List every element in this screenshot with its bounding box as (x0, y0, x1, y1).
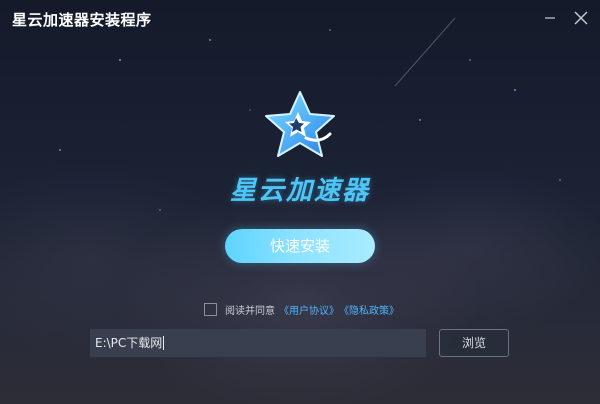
agreement-row: 阅读并同意 《用户协议》 《隐私政策》 (204, 301, 399, 317)
agreement-text: 阅读并同意 (225, 305, 275, 317)
window-title: 星云加速器安装程序 (12, 11, 152, 29)
install-path-text: E:\PC下载网 (95, 336, 163, 350)
minimize-button[interactable] (540, 8, 560, 28)
logo (260, 88, 340, 164)
user-agreement-link[interactable]: 《用户协议》 (279, 302, 339, 317)
installer-window: 星云加速器安装程序 星云加速器 快速安装 阅读并同意 《用户协议》 《隐私政策》… (0, 0, 600, 404)
star-logo-icon (265, 91, 335, 157)
install-path-input[interactable]: E:\PC下载网 (90, 329, 426, 357)
brand-name: 星云加速器 (229, 176, 370, 206)
agreement-checkbox[interactable] (204, 302, 217, 316)
close-icon (574, 11, 588, 25)
browse-button[interactable]: 浏览 (439, 329, 509, 357)
privacy-policy-link[interactable]: 《隐私政策》 (339, 302, 399, 317)
minimize-icon (545, 17, 555, 19)
quick-install-button[interactable]: 快速安装 (225, 229, 375, 263)
close-button[interactable] (571, 8, 591, 28)
text-cursor (163, 336, 165, 350)
